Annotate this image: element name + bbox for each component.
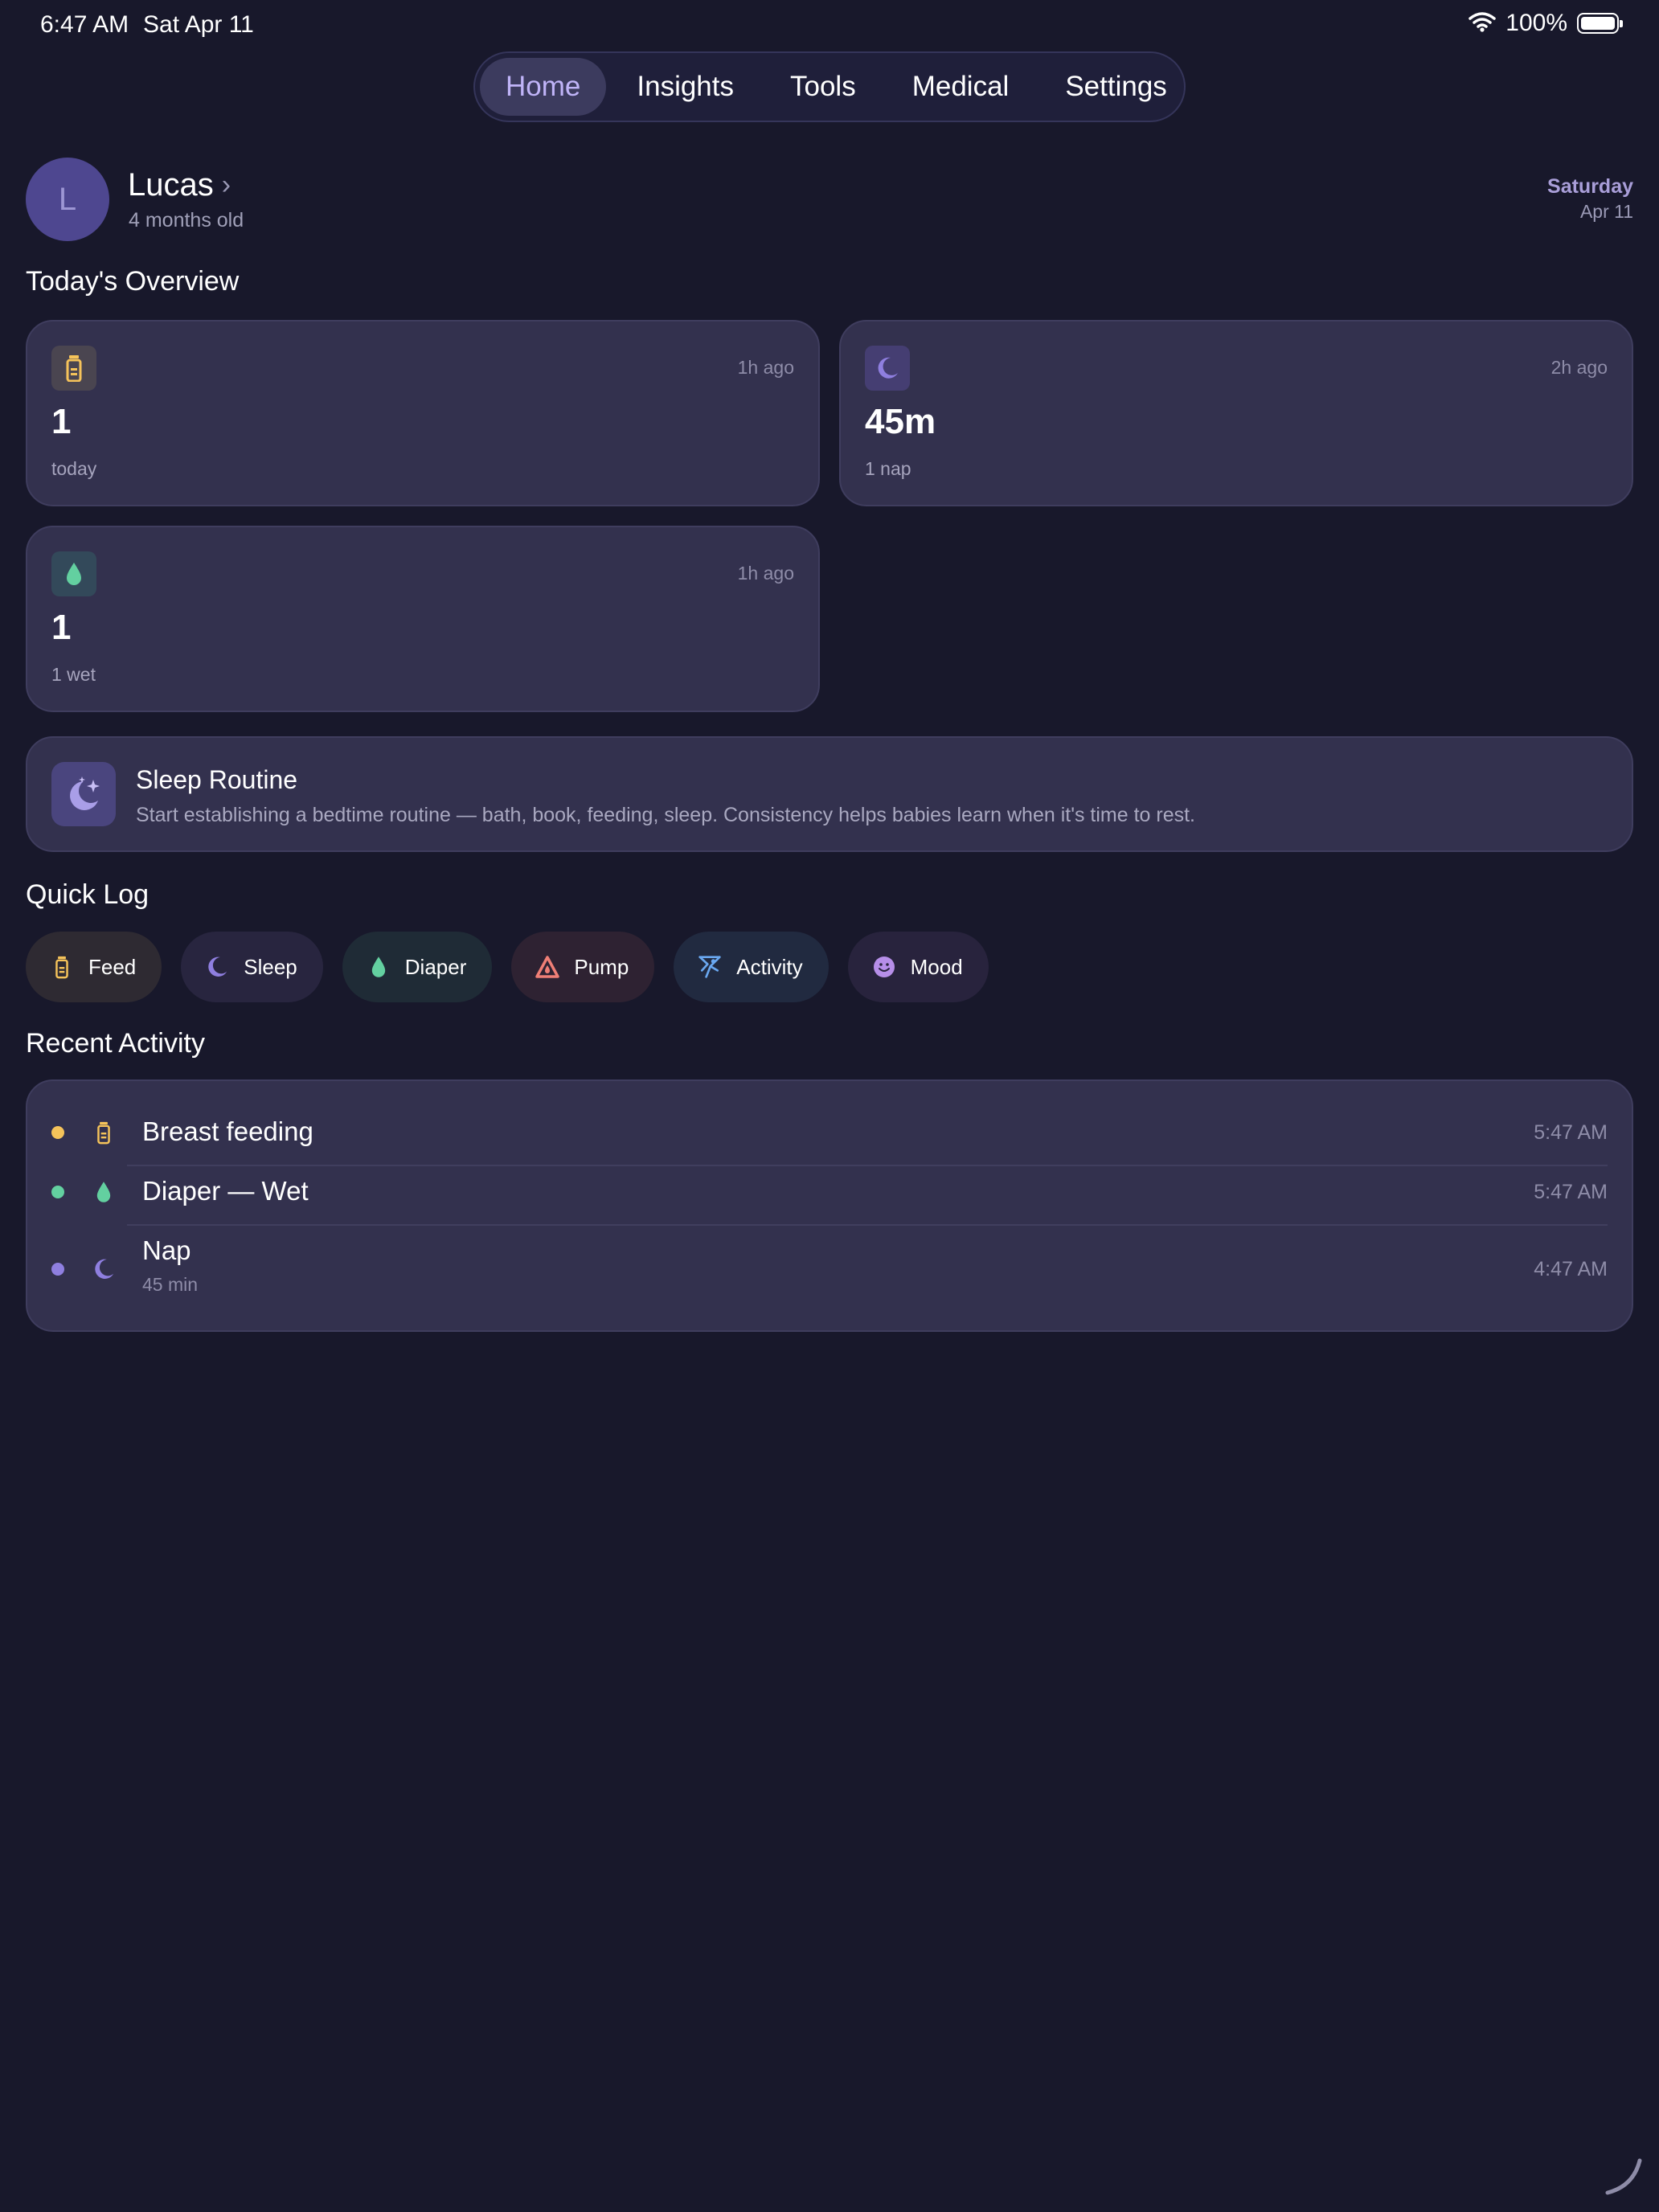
quick-log-pump-label: Pump bbox=[574, 954, 629, 979]
chevron-right-icon: › bbox=[221, 170, 231, 200]
home-indicator[interactable] bbox=[1601, 2154, 1646, 2199]
activity-title: Breast feeding bbox=[142, 1116, 313, 1146]
pump-icon bbox=[535, 955, 560, 979]
profile-switcher[interactable]: Lucas › bbox=[128, 167, 231, 203]
smile-icon bbox=[872, 955, 896, 979]
moon-icon bbox=[865, 346, 910, 391]
bottle-icon bbox=[51, 346, 96, 391]
battery-icon bbox=[1577, 13, 1623, 34]
tab-home[interactable]: Home bbox=[480, 58, 607, 116]
moon-stars-icon bbox=[51, 762, 116, 826]
sleep-total: 45m bbox=[865, 402, 936, 441]
activity-subtitle: 45 min bbox=[142, 1274, 199, 1295]
quick-log-feed-label: Feed bbox=[88, 954, 137, 979]
diaper-caption: 1 wet bbox=[51, 664, 96, 685]
feed-count: 1 bbox=[51, 402, 72, 441]
quick-log-mood-label: Mood bbox=[910, 954, 963, 979]
recent-activity-list: Breast feeding 5:47 AM Diaper — Wet 5:47… bbox=[26, 1079, 1633, 1332]
status-time: 6:47 AM bbox=[40, 11, 129, 38]
home-screen: 6:47 AM Sat Apr 11 100% Home Insights To… bbox=[0, 0, 1659, 2212]
list-item[interactable]: Nap 45 min 4:47 AM bbox=[27, 1229, 1632, 1306]
current-date: Apr 11 bbox=[1579, 201, 1633, 222]
activity-time: 4:47 AM bbox=[1534, 1258, 1608, 1280]
status-date: Sat Apr 11 bbox=[143, 11, 254, 38]
profile-age: 4 months old bbox=[129, 209, 244, 231]
top-tab-bar: Home Insights Tools Medical Settings bbox=[473, 51, 1186, 122]
moon-icon bbox=[92, 1257, 116, 1281]
overview-card-diaper[interactable]: 1h ago 1 1 wet bbox=[26, 526, 820, 712]
status-dot bbox=[51, 1263, 64, 1276]
wifi-icon bbox=[1469, 11, 1497, 36]
activity-title: Diaper — Wet bbox=[142, 1176, 309, 1206]
overview-title: Today's Overview bbox=[26, 266, 240, 297]
battery-percentage: 100% bbox=[1505, 10, 1567, 36]
divider bbox=[127, 1165, 1608, 1166]
status-dot bbox=[51, 1186, 64, 1198]
tab-settings[interactable]: Settings bbox=[1039, 58, 1192, 116]
quick-log-title: Quick Log bbox=[26, 879, 150, 910]
divider bbox=[127, 1224, 1608, 1226]
drop-icon bbox=[367, 955, 391, 979]
bottle-icon bbox=[92, 1120, 116, 1145]
tab-medical[interactable]: Medical bbox=[887, 58, 1035, 116]
quick-log-diaper-button[interactable]: Diaper bbox=[342, 932, 493, 1002]
overview-card-sleep[interactable]: 2h ago 45m 1 nap bbox=[839, 320, 1633, 506]
diaper-count: 1 bbox=[51, 608, 72, 647]
quick-log-feed-button[interactable]: Feed bbox=[26, 932, 162, 1002]
status-dot bbox=[51, 1126, 64, 1139]
current-day: Saturday bbox=[1547, 175, 1633, 198]
sleep-last-time: 2h ago bbox=[1550, 357, 1608, 378]
feed-caption: today bbox=[51, 458, 97, 479]
tip-card-sleep-routine[interactable]: Sleep Routine Start establishing a bedti… bbox=[26, 736, 1633, 852]
overview-card-feed[interactable]: 1h ago 1 today bbox=[26, 320, 820, 506]
quick-log-diaper-label: Diaper bbox=[404, 954, 467, 979]
drop-icon bbox=[51, 551, 96, 596]
tab-insights[interactable]: Insights bbox=[611, 58, 760, 116]
quick-log-activity-button[interactable]: Activity bbox=[674, 932, 829, 1002]
status-indicators: 100% bbox=[1469, 10, 1623, 37]
diaper-last-time: 1h ago bbox=[737, 563, 794, 584]
tip-title: Sleep Routine bbox=[136, 765, 298, 794]
sleep-caption: 1 nap bbox=[865, 458, 911, 479]
quick-log-bar: Feed Sleep Diaper Pump Activity Mood bbox=[26, 932, 989, 1002]
tip-text: Start establishing a bedtime routine — b… bbox=[136, 804, 1196, 826]
quick-log-pump-button[interactable]: Pump bbox=[511, 932, 655, 1002]
avatar[interactable]: L bbox=[26, 158, 109, 241]
activity-title: Nap bbox=[142, 1235, 191, 1265]
list-item[interactable]: Diaper — Wet 5:47 AM bbox=[27, 1169, 1632, 1215]
list-item[interactable]: Breast feeding 5:47 AM bbox=[27, 1110, 1632, 1155]
activity-time: 5:47 AM bbox=[1534, 1181, 1608, 1203]
quick-log-sleep-button[interactable]: Sleep bbox=[181, 932, 323, 1002]
status-bar: 6:47 AM Sat Apr 11 100% bbox=[0, 0, 1659, 51]
feed-last-time: 1h ago bbox=[737, 357, 794, 378]
tab-tools[interactable]: Tools bbox=[764, 58, 882, 116]
activity-time: 5:47 AM bbox=[1534, 1121, 1608, 1144]
quick-log-sleep-label: Sleep bbox=[244, 954, 297, 979]
moon-icon bbox=[205, 955, 229, 979]
activity-icon bbox=[698, 955, 722, 979]
quick-log-activity-label: Activity bbox=[736, 954, 803, 979]
quick-log-mood-button[interactable]: Mood bbox=[847, 932, 989, 1002]
recent-activity-title: Recent Activity bbox=[26, 1028, 205, 1059]
profile-name: Lucas bbox=[128, 167, 214, 203]
drop-icon bbox=[92, 1180, 116, 1204]
bottle-icon bbox=[50, 955, 74, 979]
